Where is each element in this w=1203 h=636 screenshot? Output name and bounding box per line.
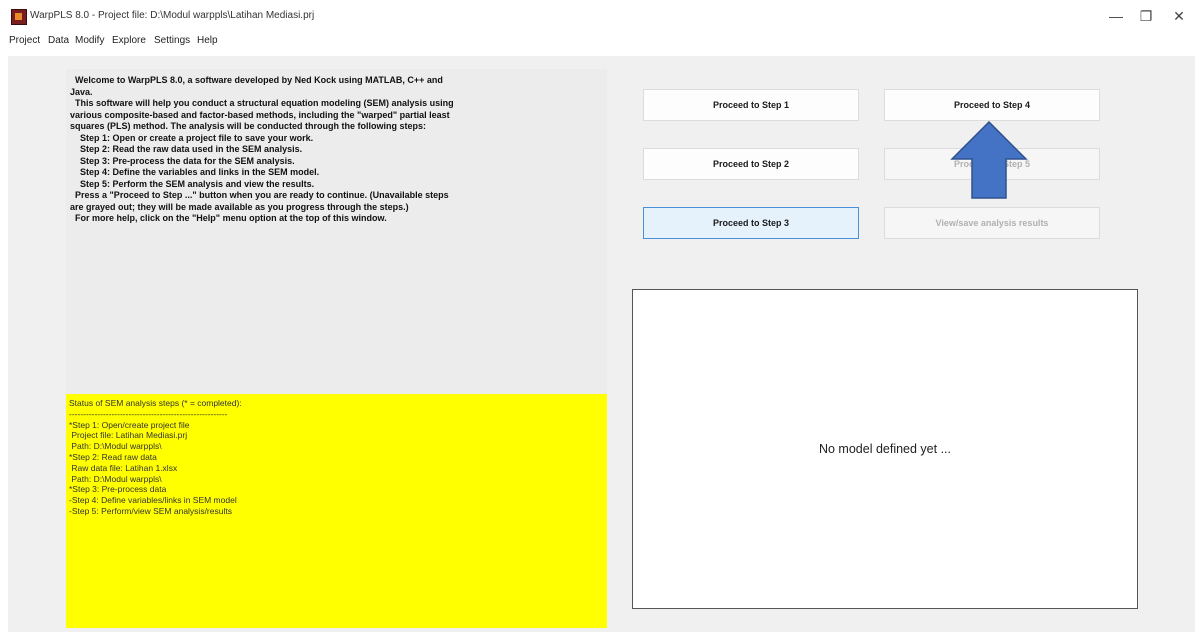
- welcome-text-panel: Welcome to WarpPLS 8.0, a software devel…: [66, 69, 607, 394]
- menu-settings[interactable]: Settings: [154, 35, 190, 46]
- status-line: Project file: Latihan Mediasi.prj: [69, 430, 188, 441]
- close-button[interactable]: ✕: [1164, 6, 1194, 26]
- view-results-button[interactable]: View/save analysis results: [884, 207, 1100, 239]
- status-line: Raw data file: Latihan 1.xlsx: [69, 462, 178, 473]
- menu-project[interactable]: Project: [9, 35, 40, 46]
- menu-explore[interactable]: Explore: [112, 35, 146, 46]
- title-bar: WarpPLS 8.0 - Project file: D:\Modul war…: [0, 0, 1203, 32]
- welcome-line: This software will help you conduct a st…: [70, 98, 454, 108]
- status-line: Path: D:\Modul warppls\: [69, 441, 162, 452]
- welcome-line: Java.: [70, 86, 93, 97]
- welcome-line: For more help, click on the "Help" menu …: [70, 213, 387, 223]
- status-line: -Step 5: Perform/view SEM analysis/resul…: [69, 505, 232, 516]
- status-line: ----------------------------------------…: [69, 408, 228, 419]
- menu-bar: Project Data Modify Explore Settings Hel…: [0, 32, 1203, 52]
- status-line: -Step 4: Define variables/links in SEM m…: [69, 495, 237, 506]
- status-panel: Status of SEM analysis steps (* = comple…: [66, 394, 607, 628]
- proceed-step3-button[interactable]: Proceed to Step 3: [643, 207, 859, 239]
- model-view-panel: No model defined yet ...: [632, 289, 1138, 609]
- welcome-line: are grayed out; they will be made availa…: [70, 201, 409, 212]
- welcome-line: Step 1: Open or create a project file to…: [70, 132, 314, 143]
- model-status-message: No model defined yet ...: [818, 442, 952, 456]
- status-line: *Step 1: Open/create project file: [69, 419, 190, 430]
- menu-help[interactable]: Help: [197, 35, 218, 46]
- status-line: *Step 2: Read raw data: [69, 451, 157, 462]
- welcome-line: Step 3: Pre-process the data for the SEM…: [70, 155, 295, 166]
- welcome-line: Step 2: Read the raw data used in the SE…: [70, 144, 303, 154]
- welcome-line: squares (PLS) method. The analysis will …: [70, 121, 427, 131]
- welcome-line: Step 5: Perform the SEM analysis and vie…: [70, 178, 315, 189]
- proceed-step1-button[interactable]: Proceed to Step 1: [643, 89, 859, 121]
- window-title: WarpPLS 8.0 - Project file: D:\Modul war…: [30, 10, 315, 21]
- status-line: Path: D:\Modul warppls\: [69, 473, 162, 484]
- menu-modify[interactable]: Modify: [75, 35, 104, 46]
- proceed-step2-button[interactable]: Proceed to Step 2: [643, 148, 859, 180]
- up-arrow-annotation-icon: [950, 121, 1028, 199]
- welcome-line: Welcome to WarpPLS 8.0, a software devel…: [70, 75, 443, 85]
- status-line: Status of SEM analysis steps (* = comple…: [69, 398, 242, 408]
- status-line: *Step 3: Pre-process data: [69, 484, 167, 495]
- app-logo-icon: [11, 9, 27, 25]
- maximize-button[interactable]: ❐: [1131, 6, 1161, 26]
- proceed-step4-button[interactable]: Proceed to Step 4: [884, 89, 1100, 121]
- menu-data[interactable]: Data: [48, 35, 69, 46]
- welcome-line: Step 4: Define the variables and links i…: [70, 167, 320, 177]
- minimize-button[interactable]: —: [1101, 6, 1131, 26]
- welcome-line: various composite-based and factor-based…: [70, 109, 450, 120]
- welcome-line: Press a "Proceed to Step ..." button whe…: [70, 190, 449, 200]
